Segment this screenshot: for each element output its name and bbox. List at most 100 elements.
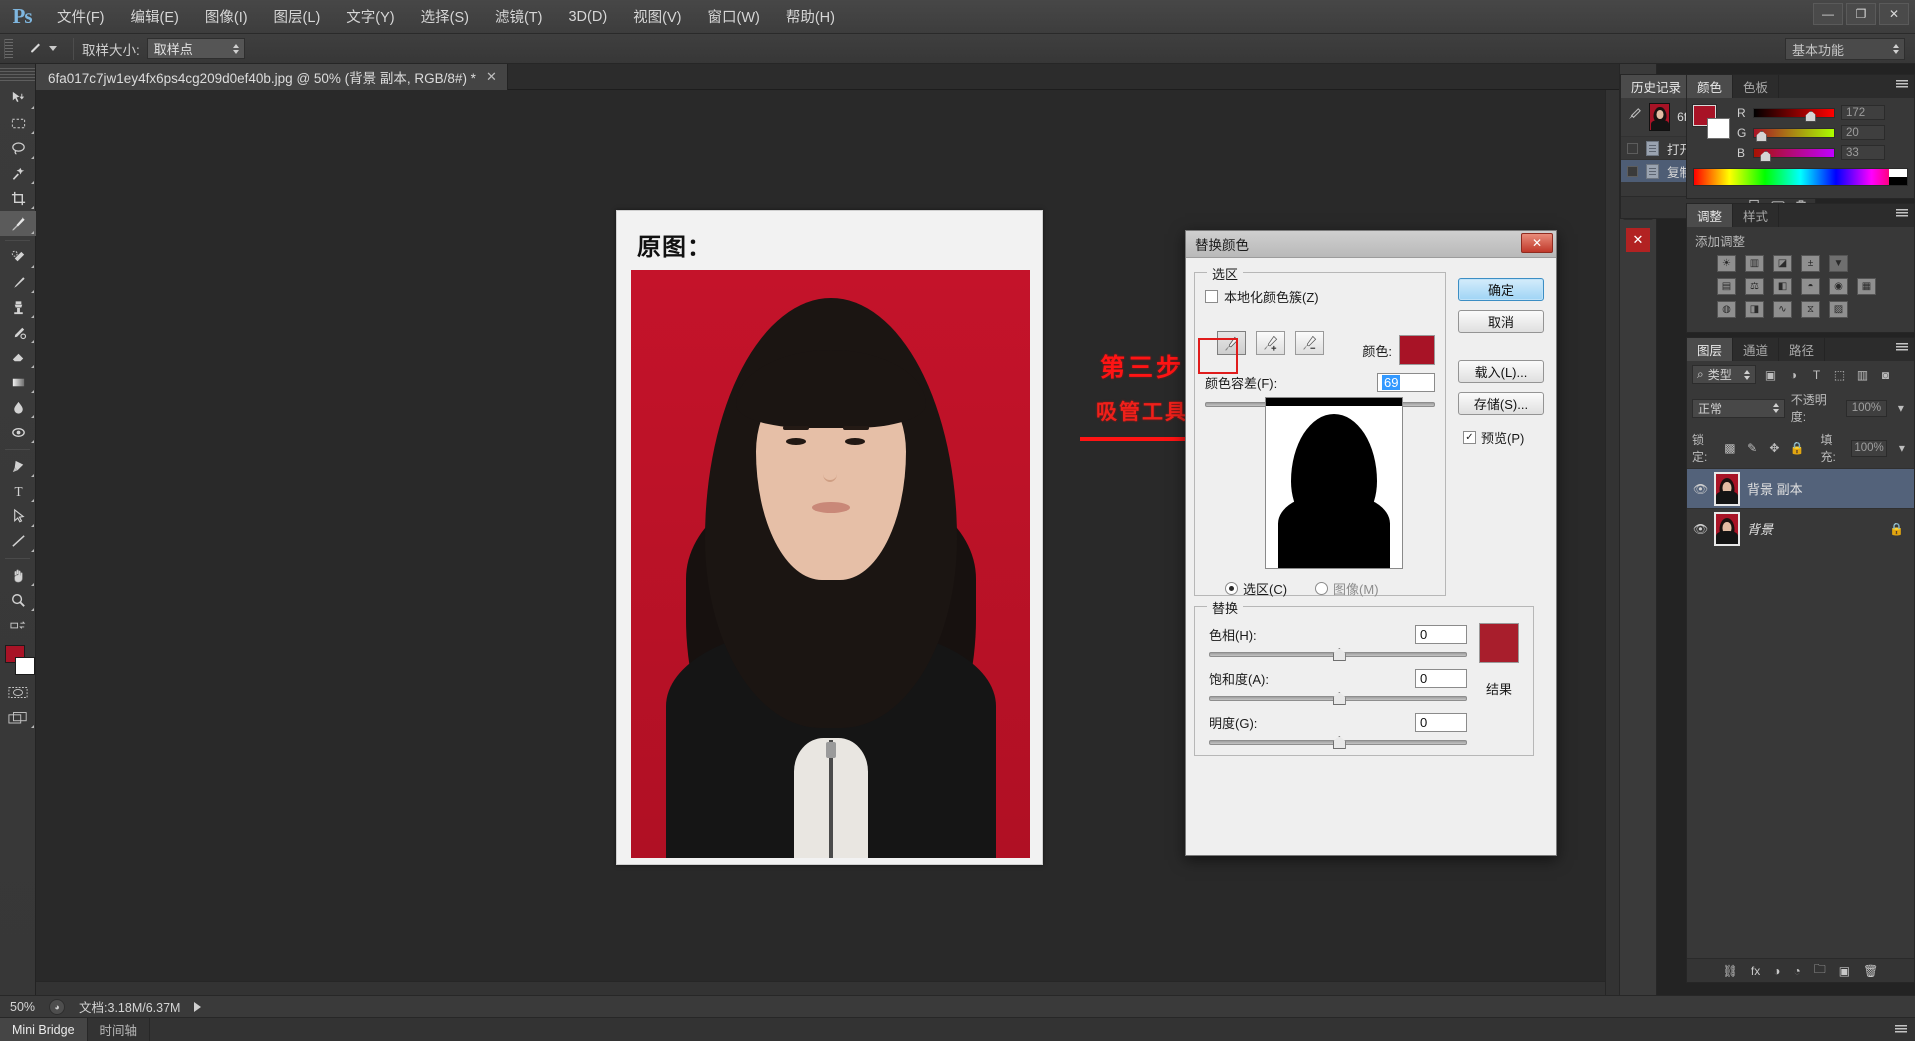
close-button[interactable]: ✕ [1879, 3, 1909, 25]
magic-wand-tool[interactable] [0, 161, 36, 186]
hue-slider[interactable] [1209, 647, 1467, 661]
opacity-dropdown-icon[interactable]: ▾ [1893, 400, 1909, 417]
edit-toolbar-button[interactable] [0, 613, 36, 638]
panel-menu-icon[interactable] [1896, 343, 1908, 352]
lightness-input[interactable]: 0 [1415, 713, 1467, 732]
history-source-checkbox[interactable] [1627, 143, 1638, 154]
menu-image[interactable]: 图像(I) [192, 0, 261, 34]
pen-tool[interactable] [0, 454, 36, 479]
workspace-spinner-icon[interactable] [1893, 44, 1899, 54]
panel-menu-icon[interactable] [1896, 209, 1908, 218]
channel-b-value[interactable]: 33 [1841, 145, 1885, 160]
dialog-title-bar[interactable]: 替换颜色 ✕ [1186, 231, 1556, 258]
panel-menu-icon[interactable] [1895, 1025, 1907, 1034]
options-bar-grip[interactable] [4, 39, 13, 59]
vibrance-icon[interactable]: ▼ [1829, 255, 1848, 272]
layer-row-background-copy[interactable]: 👁 背景 副本 [1687, 468, 1914, 508]
threshold-icon[interactable]: ∿ [1773, 301, 1792, 318]
menu-edit[interactable]: 编辑(E) [118, 0, 192, 34]
eyedropper-subtract-button[interactable] [1295, 331, 1324, 355]
lock-position-icon[interactable]: ✥ [1767, 440, 1781, 457]
history-brush-tool[interactable] [0, 320, 36, 345]
minimize-button[interactable]: — [1813, 3, 1843, 25]
crop-tool[interactable] [0, 186, 36, 211]
channel-mixer-icon[interactable]: ◉ [1829, 278, 1848, 295]
eraser-tool[interactable] [0, 345, 36, 370]
levels-icon[interactable]: ▥ [1745, 255, 1764, 272]
menu-window[interactable]: 窗口(W) [695, 0, 773, 34]
brightness-contrast-icon[interactable]: ☀ [1717, 255, 1736, 272]
color-balance-icon[interactable]: ⚖ [1745, 278, 1764, 295]
fill-dropdown-icon[interactable]: ▾ [1895, 440, 1909, 457]
document-tab-close-icon[interactable]: ✕ [486, 69, 497, 85]
menu-filter[interactable]: 滤镜(T) [482, 0, 556, 34]
saturation-slider[interactable] [1209, 691, 1467, 705]
channel-g-slider[interactable] [1753, 128, 1835, 138]
layer-thumbnail[interactable] [1714, 472, 1740, 506]
menu-layer[interactable]: 图层(L) [261, 0, 334, 34]
replace-color-dialog[interactable]: 替换颜色 ✕ 选区 本地化颜色簇(Z) [1185, 230, 1557, 856]
quick-mask-button[interactable] [0, 680, 36, 705]
filter-adjustment-icon[interactable]: ◑ [1785, 366, 1802, 383]
type-tool[interactable]: T [0, 479, 36, 504]
layer-mask-icon[interactable]: ◑ [1773, 964, 1780, 978]
radio-selection[interactable]: 选区(C) [1225, 579, 1287, 598]
maximize-button[interactable]: ❐ [1846, 3, 1876, 25]
layer-style-icon[interactable]: fx [1751, 964, 1760, 978]
workspace-select[interactable]: 基本功能 [1785, 38, 1905, 60]
fuzziness-input[interactable]: 69 [1377, 373, 1435, 392]
filter-smart-object-icon[interactable]: ▥ [1854, 366, 1871, 383]
layer-visibility-icon[interactable]: 👁 [1693, 522, 1707, 536]
marquee-tool[interactable] [0, 111, 36, 136]
new-group-icon[interactable]: 🗀 [1814, 960, 1826, 981]
sample-size-spinner-icon[interactable] [233, 44, 239, 54]
invert-icon[interactable]: ◍ [1717, 301, 1736, 318]
localized-clusters-row[interactable]: 本地化颜色簇(Z) [1205, 287, 1319, 306]
zoom-tool[interactable] [0, 588, 36, 613]
adjustments-panel-menu[interactable] [1896, 209, 1908, 218]
layer-visibility-icon[interactable]: 👁 [1693, 482, 1707, 496]
channel-r-slider[interactable] [1753, 108, 1835, 118]
localized-clusters-checkbox[interactable] [1205, 290, 1218, 303]
filter-shape-icon[interactable]: ⬚ [1831, 366, 1848, 383]
toolbar-grip[interactable] [0, 68, 35, 82]
result-color-swatch[interactable] [1479, 623, 1519, 663]
tab-swatches[interactable]: 色板 [1733, 75, 1779, 98]
menu-3d[interactable]: 3D(D) [555, 0, 620, 34]
saturation-input[interactable]: 0 [1415, 669, 1467, 688]
path-selection-tool[interactable] [0, 504, 36, 529]
spectrum-white-black[interactable] [1889, 169, 1907, 185]
new-layer-icon[interactable]: ▣ [1839, 964, 1850, 978]
opacity-value[interactable]: 100% [1846, 400, 1886, 417]
tab-color[interactable]: 颜色 [1687, 75, 1733, 98]
save-button[interactable]: 存储(S)... [1458, 392, 1544, 415]
dialog-close-button[interactable]: ✕ [1521, 233, 1553, 253]
clone-stamp-tool[interactable] [0, 295, 36, 320]
tab-channels[interactable]: 通道 [1733, 338, 1779, 361]
layer-filter-spinner-icon[interactable] [1744, 370, 1750, 380]
status-menu-arrow-icon[interactable] [194, 1002, 201, 1012]
selection-color-swatch[interactable] [1399, 335, 1435, 365]
dodge-tool[interactable] [0, 420, 36, 445]
tab-layers[interactable]: 图层 [1687, 338, 1733, 361]
ok-button[interactable]: 确定 [1458, 278, 1544, 301]
color-panel-menu[interactable] [1896, 80, 1908, 89]
bottom-bar-menu[interactable] [1895, 1018, 1915, 1041]
menu-view[interactable]: 视图(V) [620, 0, 694, 34]
color-swatches[interactable] [0, 642, 36, 680]
image-document[interactable]: 原图： [616, 210, 1043, 865]
tab-history[interactable]: 历史记录 [1621, 75, 1692, 98]
channel-b-slider[interactable] [1753, 148, 1835, 158]
gradient-tool[interactable] [0, 370, 36, 395]
hue-slider-thumb[interactable] [1333, 648, 1346, 661]
canvas-scrollbar-horizontal[interactable] [36, 981, 1605, 995]
photo-filter-icon[interactable]: ◓ [1801, 278, 1820, 295]
tool-preset-caret-icon[interactable] [49, 46, 57, 51]
blur-tool[interactable] [0, 395, 36, 420]
layer-thumbnail[interactable] [1714, 512, 1740, 546]
shape-tool[interactable] [0, 529, 36, 554]
eyedropper-add-button[interactable] [1256, 331, 1285, 355]
sample-size-select[interactable]: 取样点 [147, 38, 245, 59]
fill-value[interactable]: 100% [1851, 440, 1886, 457]
tab-styles[interactable]: 样式 [1733, 204, 1779, 227]
